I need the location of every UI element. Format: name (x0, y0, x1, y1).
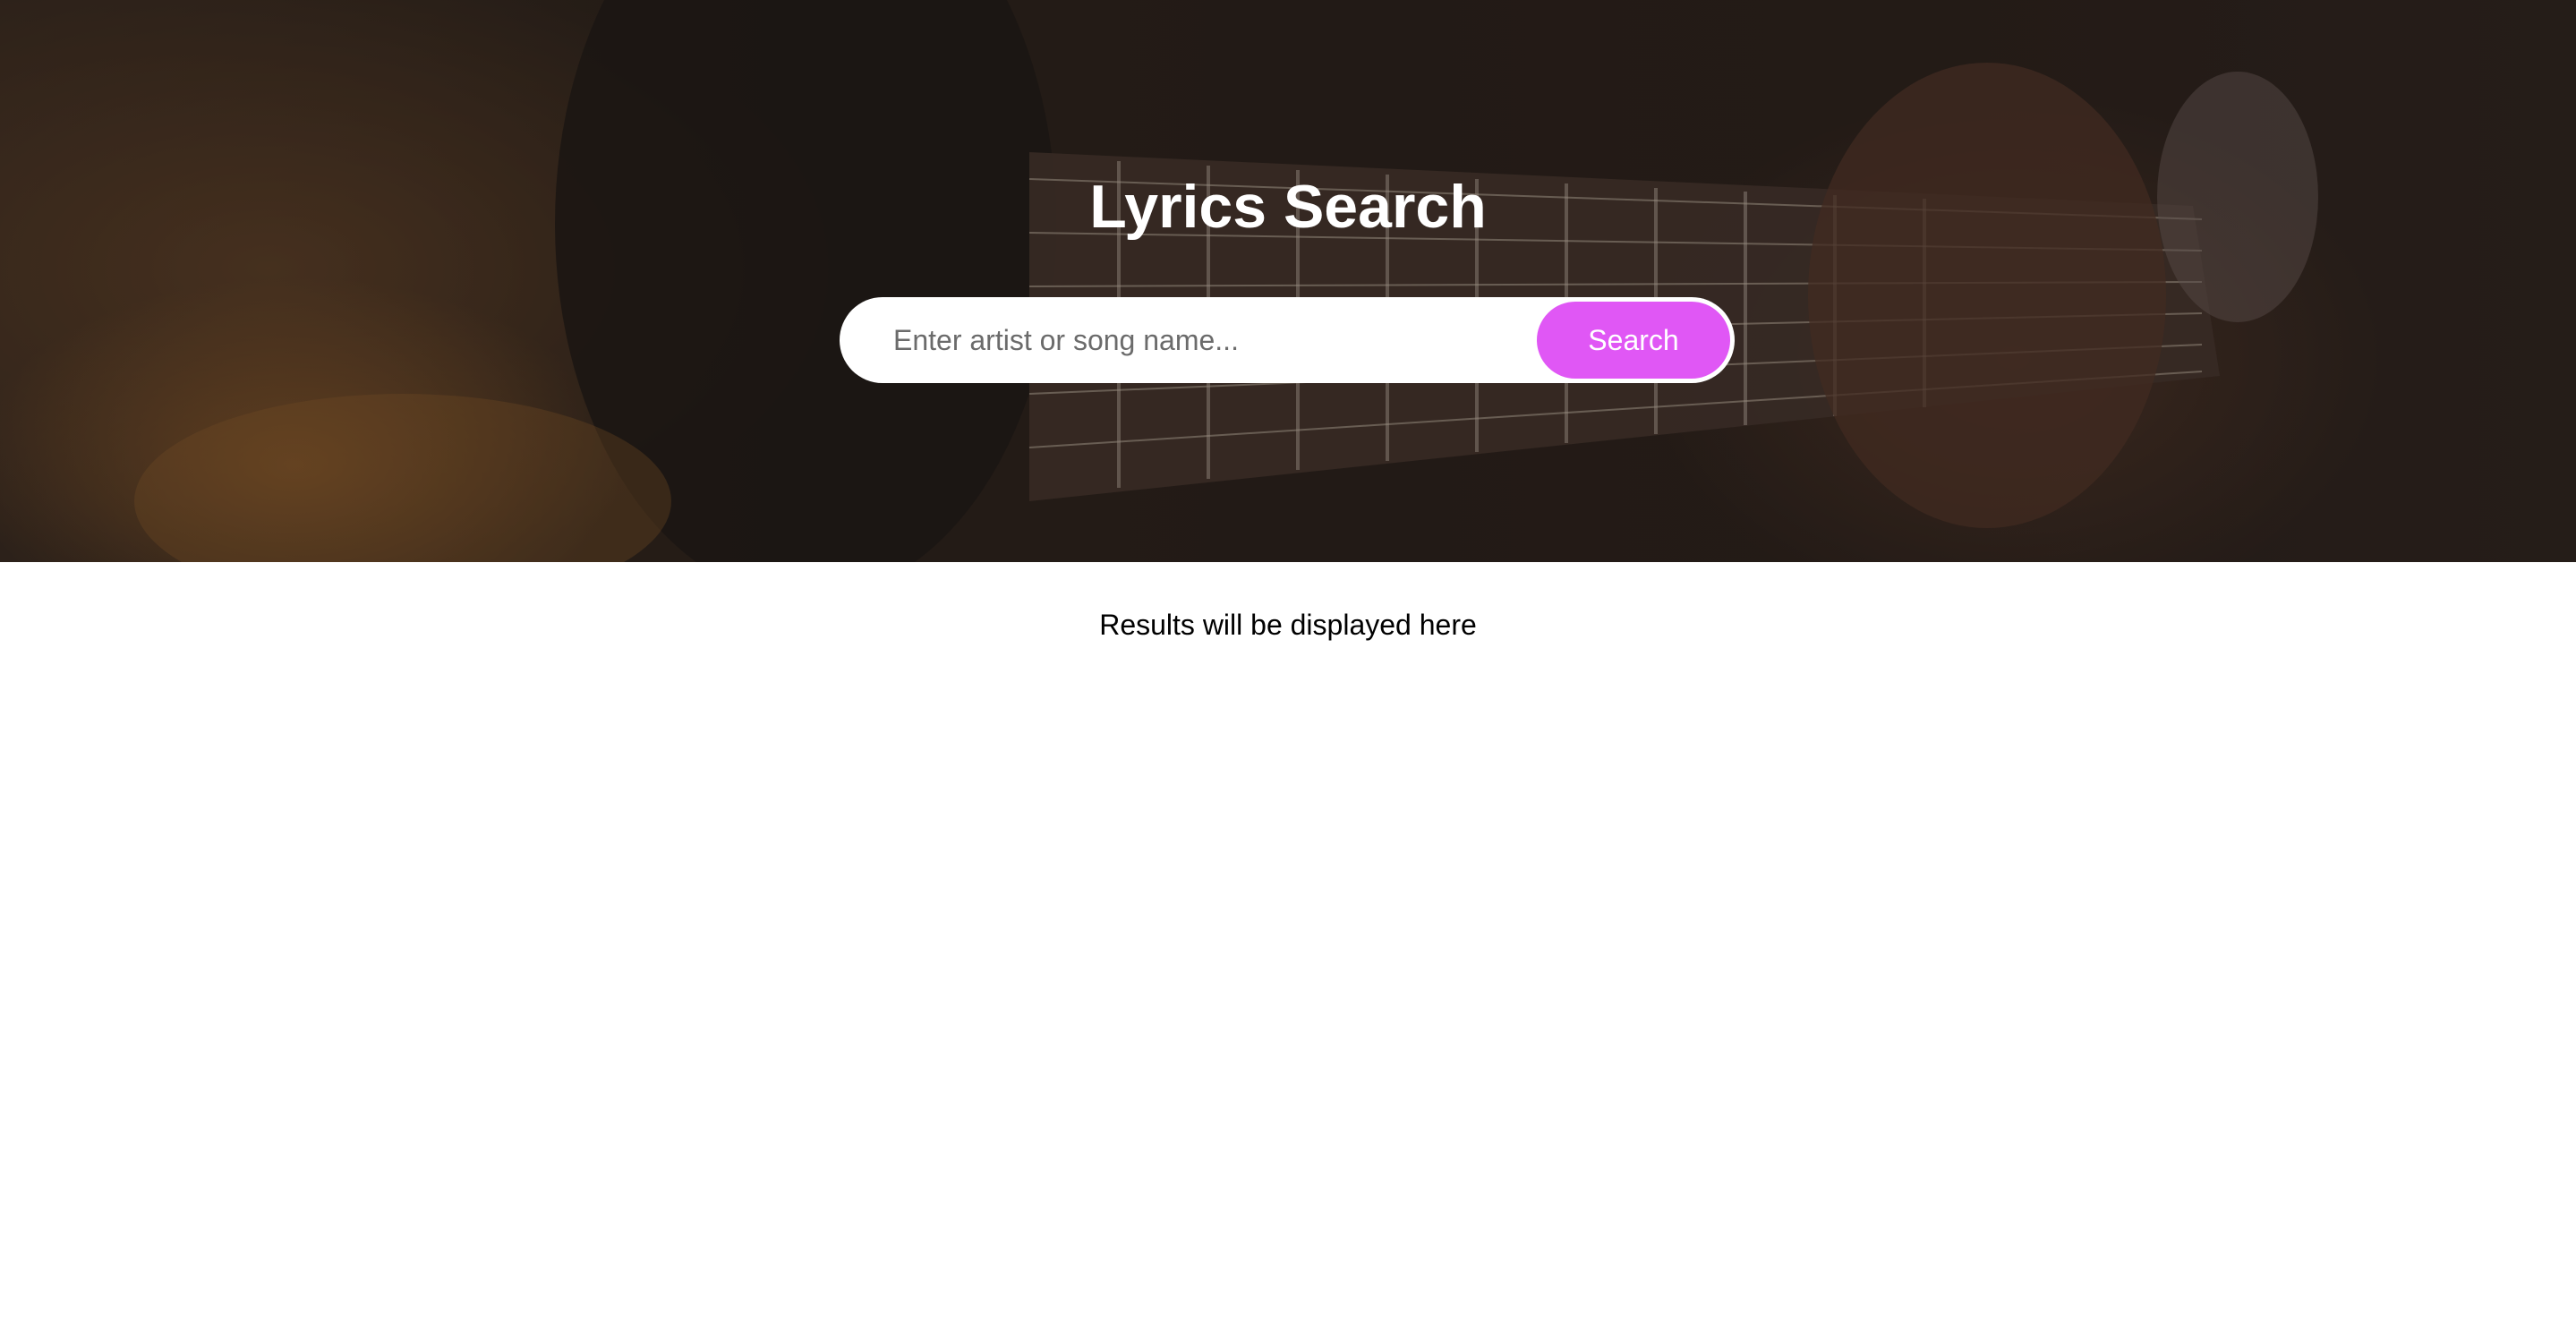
search-input[interactable] (893, 297, 1520, 383)
search-button[interactable]: Search (1534, 299, 1733, 381)
hero-banner: Lyrics Search Search (0, 0, 2576, 562)
page-title: Lyrics Search (1089, 173, 1487, 241)
results-message: Results will be displayed here (1099, 609, 1477, 641)
search-form: Search (840, 297, 1735, 383)
hero-content: Lyrics Search Search (0, 0, 2576, 562)
